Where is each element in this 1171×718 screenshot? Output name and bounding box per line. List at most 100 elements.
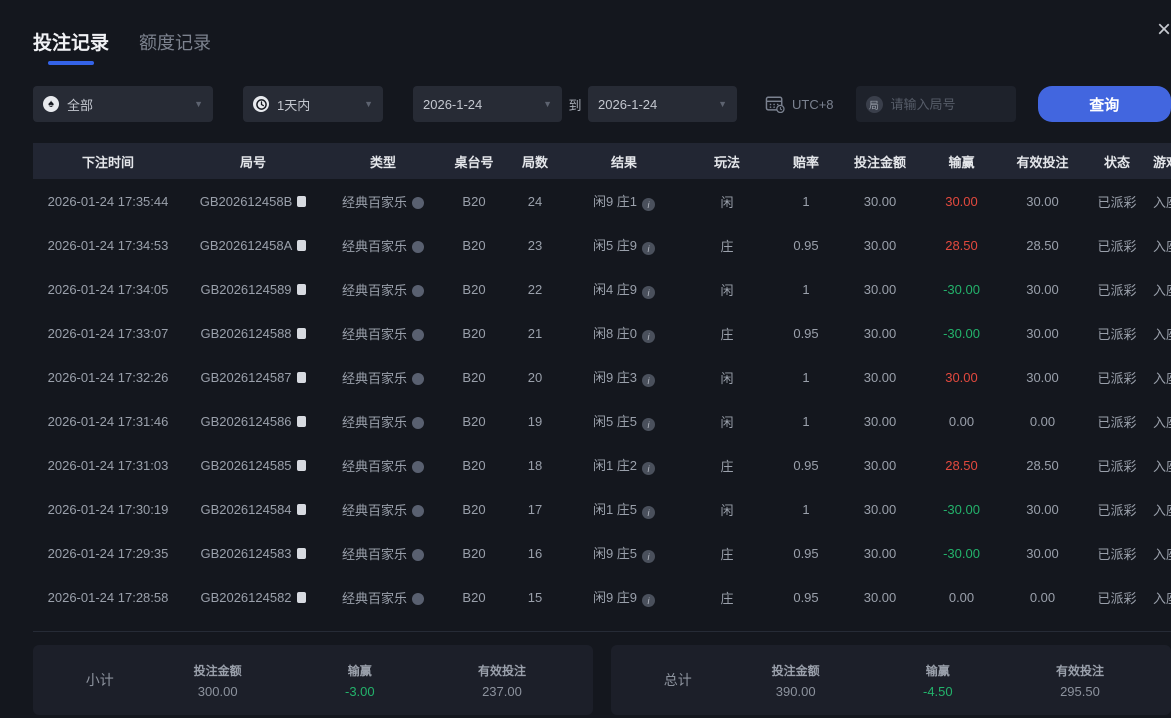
info-icon[interactable]: i [642,550,655,563]
bet-time: 2026-01-24 17:34:05 [48,282,169,297]
info-icon[interactable]: i [642,594,655,607]
round-number: GB2026124582 [200,590,291,605]
odds: 1 [802,370,809,385]
round-count: 22 [528,282,542,297]
table-cell: 0.00 [1004,590,1081,605]
table-cell: 已派彩 [1081,588,1153,607]
table-cell: 入座 [1153,192,1171,211]
copy-icon[interactable] [297,196,306,207]
copy-icon[interactable] [297,548,306,559]
table-cell: 已派彩 [1081,236,1153,255]
odds: 0.95 [793,590,818,605]
info-icon[interactable]: i [642,330,655,343]
game-type: 经典百家乐 [342,371,407,386]
column-header: 结果 [565,152,683,171]
table-number: B20 [462,326,485,341]
table-cell: 1 [771,194,841,209]
table-cell: 18 [505,458,565,473]
winloss-value: 28.50 [945,238,978,253]
table-cell: 入座 [1153,456,1171,475]
odds: 0.95 [793,458,818,473]
table-row: 2026-01-24 17:31:03GB2026124585经典百家乐B201… [33,443,1171,487]
game-mode: 入座 [1153,547,1171,562]
info-icon[interactable]: i [642,286,655,299]
copy-icon[interactable] [297,240,306,251]
game-type: 经典百家乐 [342,503,407,518]
info-icon[interactable]: i [642,418,655,431]
result-text: 闲8 庄0 [593,326,637,341]
table-cell: 已派彩 [1081,412,1153,431]
table-cell: 经典百家乐 [323,280,443,299]
table-cell: GB2026124589 [183,282,323,297]
table-cell: 2026-01-24 17:34:53 [33,238,183,253]
table-cell: 30.00 [919,370,1004,385]
game-type-icon [412,329,424,341]
table-cell: 庄 [683,324,771,343]
table-cell: 2026-01-24 17:31:46 [33,414,183,429]
round-number-input[interactable] [891,97,1006,112]
table-cell: 30.00 [841,370,919,385]
summary-bar: 小计 投注金额 300.00 输赢 -3.00 有效投注 237.00 总计 投… [33,645,1171,715]
table-cell: 经典百家乐 [323,368,443,387]
total-winloss: 输赢 -4.50 [867,662,1009,699]
tab-bet-records[interactable]: 投注记录 [33,28,109,65]
game-type-select[interactable]: ♠ 全部 ▼ [33,86,213,122]
table-cell: GB2026124588 [183,326,323,341]
column-header: 玩法 [683,152,771,171]
table-cell: 28.50 [1004,238,1081,253]
subtotal-valid-value: 237.00 [431,684,573,699]
table-cell: 15 [505,590,565,605]
table-row: 2026-01-24 17:34:05GB2026124589经典百家乐B202… [33,267,1171,311]
date-to-picker[interactable]: 2026-1-24 ▼ [588,86,737,122]
status-badge: 已派彩 [1097,371,1136,386]
total-winloss-label: 输赢 [867,662,1009,679]
info-icon[interactable]: i [642,462,655,475]
table-body: 2026-01-24 17:35:44GB202612458B经典百家乐B202… [33,179,1171,619]
table-cell: GB202612458B [183,194,323,209]
round-count: 15 [528,590,542,605]
close-icon[interactable]: × [1149,16,1171,46]
table-cell: 入座 [1153,544,1171,563]
table-cell: 23 [505,238,565,253]
copy-icon[interactable] [297,592,306,603]
date-from-picker[interactable]: 2026-1-24 ▼ [413,86,562,122]
valid-bet: 28.50 [1026,458,1059,473]
info-icon[interactable]: i [642,198,655,211]
table-cell: 经典百家乐 [323,236,443,255]
subtotal-winloss-label: 输赢 [289,662,431,679]
copy-icon[interactable] [297,328,306,339]
bet-time: 2026-01-24 17:28:58 [48,590,169,605]
copy-icon[interactable] [297,372,306,383]
table-cell: 30.00 [841,282,919,297]
table-cell: 24 [505,194,565,209]
round-count: 17 [528,502,542,517]
copy-icon[interactable] [297,504,306,515]
table-cell: GB2026124587 [183,370,323,385]
table-cell: 22 [505,282,565,297]
result-text: 闲5 庄5 [593,414,637,429]
info-icon[interactable]: i [642,374,655,387]
chevron-down-icon: ▼ [718,99,727,109]
info-icon[interactable]: i [642,242,655,255]
table-cell: 30.00 [919,194,1004,209]
copy-icon[interactable] [297,416,306,427]
copy-icon[interactable] [297,284,306,295]
tab-quota-records[interactable]: 额度记录 [139,29,211,65]
clock-icon [253,96,269,112]
subtotal-amount: 投注金额 300.00 [147,662,289,699]
table-cell: 闲 [683,280,771,299]
table-cell: 30.00 [841,546,919,561]
copy-icon[interactable] [297,460,306,471]
bet-time: 2026-01-24 17:31:46 [48,414,169,429]
info-icon[interactable]: i [642,506,655,519]
query-button[interactable]: 查询 [1038,86,1171,122]
table-cell: 0.95 [771,590,841,605]
table-cell: 21 [505,326,565,341]
table-cell: 闲5 庄9i [565,235,683,256]
time-range-select[interactable]: 1天内 ▼ [243,86,383,122]
table-cell: 庄 [683,456,771,475]
game-type-icon [412,505,424,517]
play-type: 闲 [720,503,733,518]
bet-time: 2026-01-24 17:31:03 [48,458,169,473]
table-cell: 闲 [683,500,771,519]
